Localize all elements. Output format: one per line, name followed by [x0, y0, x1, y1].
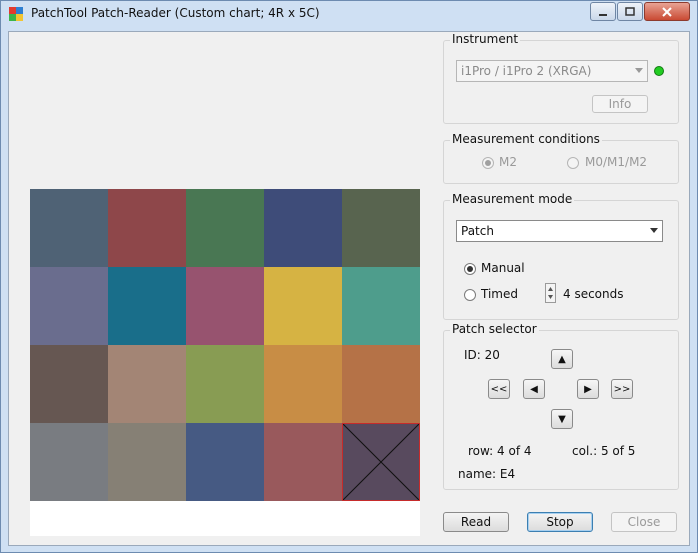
chart-patch[interactable] — [342, 345, 420, 423]
status-led-icon — [654, 66, 664, 76]
arrow-right-icon: ▶ — [584, 383, 592, 395]
last-label: >> — [613, 383, 631, 395]
up-button[interactable]: ▲ — [551, 349, 573, 369]
timed-label: Timed — [481, 287, 518, 301]
timed-radio[interactable] — [464, 289, 476, 301]
m0m1m2-radio[interactable] — [567, 157, 579, 169]
window-title: PatchTool Patch-Reader (Custom chart; 4R… — [31, 6, 320, 20]
color-chart[interactable] — [30, 189, 420, 501]
chart-display — [10, 33, 438, 544]
chart-patch[interactable] — [30, 189, 108, 267]
chart-patch[interactable] — [342, 267, 420, 345]
first-button[interactable]: << — [488, 379, 510, 399]
instrument-group-label: Instrument — [450, 32, 521, 46]
manual-label: Manual — [481, 261, 525, 275]
spinner-arrows-icon — [548, 287, 553, 299]
arrow-down-icon: ▼ — [558, 413, 566, 425]
chart-patch[interactable] — [186, 267, 264, 345]
chart-patch[interactable] — [30, 423, 108, 501]
chart-patch[interactable] — [342, 189, 420, 267]
m2-radio[interactable] — [482, 157, 494, 169]
down-button[interactable]: ▼ — [551, 409, 573, 429]
right-button[interactable]: ▶ — [577, 379, 599, 399]
instrument-select[interactable]: i1Pro / i1Pro 2 (XRGA) — [456, 60, 648, 82]
close-button[interactable]: Close — [611, 512, 677, 532]
conditions-group-label: Measurement conditions — [450, 132, 602, 146]
chart-patch[interactable] — [108, 345, 186, 423]
app-icon — [9, 7, 23, 21]
mode-group-label: Measurement mode — [450, 192, 575, 206]
info-button[interactable]: Info — [592, 95, 648, 113]
chevron-down-icon — [635, 68, 643, 73]
chart-patch[interactable] — [186, 189, 264, 267]
maximize-icon — [625, 6, 635, 16]
chevron-down-icon — [650, 228, 658, 233]
patch-id: ID: 20 — [464, 348, 500, 362]
row-info: row: 4 of 4 — [468, 444, 532, 458]
selected-cross-icon — [342, 423, 420, 501]
arrow-up-icon: ▲ — [558, 353, 566, 365]
close-icon — [662, 6, 672, 17]
m0m1m2-label: M0/M1/M2 — [585, 155, 648, 169]
chart-patch[interactable] — [30, 267, 108, 345]
chart-patch[interactable] — [186, 345, 264, 423]
selector-group: Patch selector ID: 20 ▲ << ◀ ▶ >> ▼ row:… — [443, 322, 679, 490]
title-bar[interactable]: PatchTool Patch-Reader (Custom chart; 4R… — [1, 1, 697, 27]
app-window: PatchTool Patch-Reader (Custom chart; 4R… — [0, 0, 698, 553]
interval-spinner[interactable] — [545, 283, 556, 303]
chart-patch[interactable] — [264, 267, 342, 345]
chart-patch[interactable] — [186, 423, 264, 501]
chart-patch-selected[interactable] — [342, 423, 420, 501]
conditions-group: Measurement conditions M2 M0/M1/M2 — [443, 132, 679, 184]
chart-patch[interactable] — [264, 345, 342, 423]
maximize-button[interactable] — [617, 2, 643, 21]
instrument-group: Instrument i1Pro / i1Pro 2 (XRGA) Info — [443, 32, 679, 124]
arrow-left-icon: ◀ — [530, 383, 538, 395]
chart-patch[interactable] — [264, 423, 342, 501]
client-area: Instrument i1Pro / i1Pro 2 (XRGA) Info M… — [8, 31, 690, 546]
m2-label: M2 — [499, 155, 517, 169]
interval-value: 4 seconds — [563, 287, 624, 301]
chart-patch[interactable] — [108, 267, 186, 345]
last-button[interactable]: >> — [611, 379, 633, 399]
minimize-button[interactable] — [590, 2, 616, 21]
minimize-icon — [599, 13, 607, 16]
mode-select[interactable]: Patch — [456, 220, 663, 242]
chart-patch[interactable] — [108, 423, 186, 501]
name-info: name: E4 — [458, 467, 516, 481]
stop-button[interactable]: Stop — [527, 512, 593, 532]
instrument-select-value: i1Pro / i1Pro 2 (XRGA) — [461, 64, 592, 78]
chart-footer — [30, 501, 420, 536]
chart-patch[interactable] — [108, 189, 186, 267]
first-label: << — [490, 383, 508, 395]
read-button[interactable]: Read — [443, 512, 509, 532]
manual-radio[interactable] — [464, 263, 476, 275]
close-window-button[interactable] — [644, 2, 690, 21]
left-button[interactable]: ◀ — [523, 379, 545, 399]
chart-patch[interactable] — [30, 345, 108, 423]
col-info: col.: 5 of 5 — [572, 444, 636, 458]
selector-group-label: Patch selector — [450, 322, 539, 336]
mode-select-value: Patch — [461, 224, 494, 238]
chart-patch[interactable] — [264, 189, 342, 267]
mode-group: Measurement mode Patch Manual Timed 4 se… — [443, 192, 679, 320]
